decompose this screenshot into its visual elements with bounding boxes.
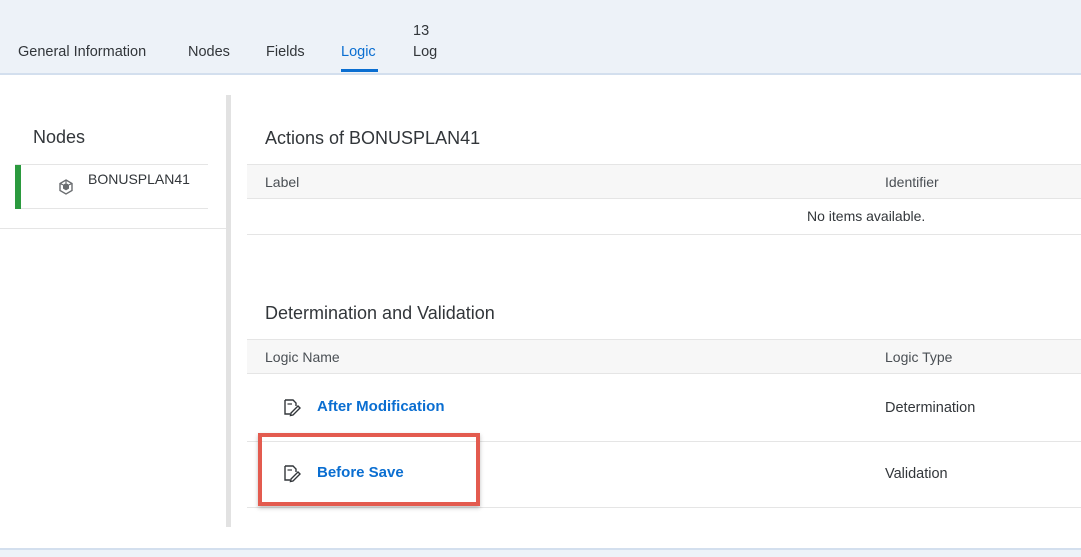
logic-type-value: Determination: [885, 400, 976, 416]
actions-empty-text: No items available.: [807, 208, 926, 224]
actions-section-title: Actions of BONUSPLAN41: [265, 128, 481, 148]
nodes-panel-title: Nodes: [33, 127, 86, 147]
node-item-bonusplan41[interactable]: BONUSPLAN41: [15, 164, 208, 209]
tab-log-count: 13: [413, 23, 430, 39]
tab-log[interactable]: Log: [413, 44, 437, 60]
logic-name-link[interactable]: After Modification: [317, 398, 445, 415]
actions-table-bottom-border: [247, 234, 1081, 235]
footer-bar: [0, 548, 1081, 557]
logic-name-link[interactable]: Before Save: [317, 464, 404, 481]
column-header-identifier: Identifier: [885, 174, 939, 190]
active-tab-indicator: [341, 69, 378, 72]
logic-table-header: Logic Name Logic Type: [247, 339, 1081, 374]
column-header-label: Label: [265, 174, 300, 190]
tab-logic[interactable]: Logic: [341, 44, 376, 60]
page: General Information Nodes Fields Logic 1…: [0, 0, 1081, 557]
tab-fields[interactable]: Fields: [266, 44, 305, 60]
pane-splitter[interactable]: [226, 95, 231, 527]
tab-nodes[interactable]: Nodes: [188, 44, 230, 60]
edit-document-icon: [284, 465, 301, 483]
row-divider: [247, 507, 1081, 508]
column-header-logic-type: Logic Type: [885, 349, 953, 365]
tab-bar: General Information Nodes Fields Logic 1…: [0, 0, 1081, 75]
actions-table-header: Label Identifier: [247, 164, 1081, 199]
node-label: BONUSPLAN41: [88, 171, 190, 187]
table-row[interactable]: After Modification Determination: [247, 375, 1081, 441]
logic-type-value: Validation: [885, 466, 948, 482]
node-status-marker: [15, 165, 21, 209]
column-header-logic-name: Logic Name: [265, 349, 340, 365]
edit-document-icon: [284, 399, 301, 417]
cube-icon: [59, 179, 73, 195]
tab-general-information[interactable]: General Information: [18, 44, 146, 60]
left-pane-divider: [0, 228, 226, 229]
logic-section-title: Determination and Validation: [265, 303, 495, 323]
table-row[interactable]: Before Save Validation: [247, 441, 1081, 507]
